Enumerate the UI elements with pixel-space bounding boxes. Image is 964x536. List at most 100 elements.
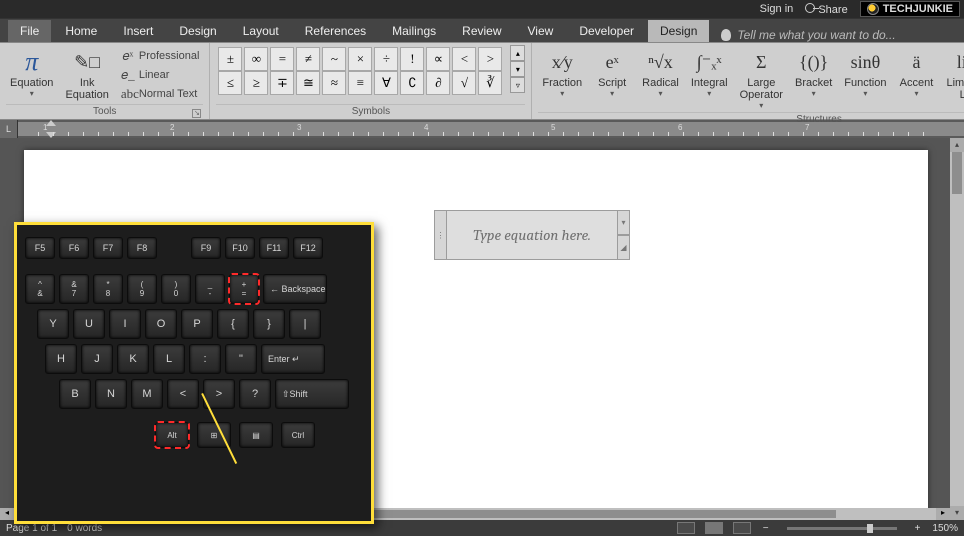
symbol-≈[interactable]: ≈	[322, 71, 346, 95]
symbol-∞[interactable]: ∞	[244, 47, 268, 71]
tab-references[interactable]: References	[293, 20, 378, 42]
vertical-scrollbar[interactable]: ▴ ▾	[950, 138, 964, 520]
keyboard-overlay: F5F6F7F8F9F10F11F12 ^&&7*8(9)0_-+=← Back…	[14, 222, 374, 524]
symbol-±[interactable]: ±	[218, 47, 242, 71]
status-words[interactable]: 0 words	[67, 523, 102, 534]
symbol-=[interactable]: =	[270, 47, 294, 71]
symbol-<[interactable]: <	[452, 47, 476, 71]
symbol-≡[interactable]: ≡	[348, 71, 372, 95]
key-: }	[253, 309, 285, 339]
tab-layout[interactable]: Layout	[231, 20, 291, 42]
view-web[interactable]	[733, 522, 751, 534]
key-spanclasstopspanspan0span: )0	[161, 274, 191, 304]
zoom-slider[interactable]	[787, 527, 897, 530]
ribbon-tabs: File Home Insert Design Layout Reference…	[0, 18, 964, 42]
key-: :	[189, 344, 221, 374]
structure-bracket[interactable]: {()}Bracket▾	[791, 45, 836, 100]
normal-text-button[interactable]: abcNormal Text	[117, 85, 204, 103]
key-k: K	[117, 344, 149, 374]
group-label-tools: Tools↘	[6, 104, 203, 119]
tell-me-search[interactable]: Tell me what you want to do...	[711, 28, 956, 42]
tools-launcher[interactable]: ↘	[192, 109, 201, 118]
view-read[interactable]	[677, 522, 695, 534]
key-p: P	[181, 309, 213, 339]
zoom-level[interactable]: 150%	[932, 523, 958, 534]
sign-in-link[interactable]: Sign in	[760, 3, 794, 15]
title-bar: Sign in Share TECHJUNKIE	[0, 0, 964, 18]
equation-handle[interactable]: ⋮	[434, 210, 446, 260]
key-f5: F5	[25, 237, 55, 259]
key-f9: F9	[191, 237, 221, 259]
symbol-÷[interactable]: ÷	[374, 47, 398, 71]
key-ctrl: Ctrl	[281, 422, 315, 448]
key-f10: F10	[225, 237, 255, 259]
structure-script[interactable]: eˣScript▾	[590, 45, 634, 100]
structure-accent[interactable]: äAccent▾	[894, 45, 938, 100]
equation-menu[interactable]: ▾	[618, 210, 630, 235]
structure-large-operator[interactable]: ΣLarge Operator▾	[736, 45, 787, 112]
symbol-![interactable]: !	[400, 47, 424, 71]
zoom-in[interactable]: +	[913, 523, 923, 534]
view-print[interactable]	[705, 522, 723, 534]
symbol-∝[interactable]: ∝	[426, 47, 450, 71]
share-button[interactable]: Share	[805, 3, 847, 16]
brand-icon	[867, 3, 879, 15]
symbol-~[interactable]: ~	[322, 47, 346, 71]
structure-radical[interactable]: ⁿ√xRadical▾	[638, 45, 683, 100]
symbol-√[interactable]: √	[452, 71, 476, 95]
key-l: L	[153, 344, 185, 374]
tab-review[interactable]: Review	[450, 20, 513, 42]
equation-corner[interactable]: ◢	[618, 235, 630, 260]
ink-equation-button[interactable]: ✎□ Ink Equation	[61, 45, 112, 103]
zoom-out[interactable]: −	[761, 523, 771, 534]
symbol-∛[interactable]: ∛	[478, 71, 502, 95]
tab-design[interactable]: Design	[167, 20, 228, 42]
tab-home[interactable]: Home	[53, 20, 109, 42]
key-backspace: ← Backspace	[263, 274, 327, 304]
key-: ?	[239, 379, 271, 409]
structure-function[interactable]: sinθFunction▾	[840, 45, 890, 100]
group-tools: π Equation▾ ✎□ Ink Equation 𝑒ˣProfession…	[0, 43, 210, 119]
key-u: U	[73, 309, 105, 339]
tab-file[interactable]: File	[8, 20, 51, 42]
symbol-≥[interactable]: ≥	[244, 71, 268, 95]
symbol-≅[interactable]: ≅	[296, 71, 320, 95]
tab-view[interactable]: View	[516, 20, 566, 42]
symbol-∂[interactable]: ∂	[426, 71, 450, 95]
tab-selector[interactable]: L	[0, 120, 18, 138]
symbol-∓[interactable]: ∓	[270, 71, 294, 95]
tab-insert[interactable]: Insert	[111, 20, 165, 42]
symbol-∀[interactable]: ∀	[374, 71, 398, 95]
key-b: B	[59, 379, 91, 409]
symbol-×[interactable]: ×	[348, 47, 372, 71]
key-h: H	[45, 344, 77, 374]
status-page[interactable]: Page 1 of 1	[6, 523, 57, 534]
key-y: Y	[37, 309, 69, 339]
tab-developer[interactable]: Developer	[567, 20, 646, 42]
ruler-row: L 1234567	[0, 120, 964, 138]
tab-mailings[interactable]: Mailings	[380, 20, 448, 42]
symbol-∁[interactable]: ∁	[400, 71, 424, 95]
symbol-≤[interactable]: ≤	[218, 71, 242, 95]
tab-equation-design[interactable]: Design	[648, 20, 709, 42]
horizontal-ruler[interactable]: 1234567	[18, 122, 964, 136]
key-f12: F12	[293, 237, 323, 259]
professional-button[interactable]: 𝑒ˣProfessional	[117, 47, 204, 65]
structure-fraction[interactable]: x⁄yFraction▾	[538, 45, 586, 100]
symbol-gallery: ±∞=≠~×÷!∝<>	[216, 45, 504, 71]
equation-content-box[interactable]: Type equation here.	[446, 210, 618, 260]
symbol-gallery-scroll[interactable]: ▴▾▿	[510, 45, 525, 93]
key-: |	[289, 309, 321, 339]
equation-container[interactable]: ⋮ Type equation here. ▾ ◢	[434, 210, 630, 260]
key-f8: F8	[127, 237, 157, 259]
symbol-≠[interactable]: ≠	[296, 47, 320, 71]
ribbon: π Equation▾ ✎□ Ink Equation 𝑒ˣProfession…	[0, 42, 964, 120]
group-structures: x⁄yFraction▾eˣScript▾ⁿ√xRadical▾∫⁻ₓˣInte…	[532, 43, 964, 119]
v-thumb[interactable]	[952, 152, 962, 194]
linear-button[interactable]: 𝑒_Linear	[117, 66, 204, 84]
structure-limit-and-log[interactable]: limLimit and Log▾	[942, 45, 964, 112]
structure-integral[interactable]: ∫⁻ₓˣIntegral▾	[687, 45, 732, 100]
equation-button[interactable]: π Equation▾	[6, 45, 57, 100]
group-symbols: ±∞=≠~×÷!∝<> ≤≥∓≅≈≡∀∁∂√∛ ▴▾▿ Symbols	[210, 43, 532, 119]
symbol->[interactable]: >	[478, 47, 502, 71]
